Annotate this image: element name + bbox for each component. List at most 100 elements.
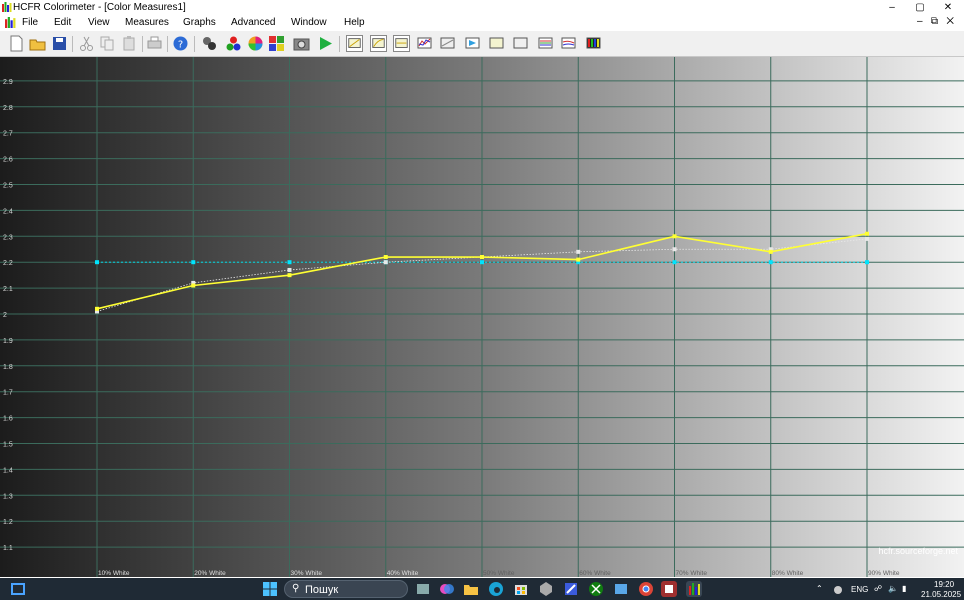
y-tick-label: 2.3 bbox=[3, 234, 13, 241]
y-tick-label: 2.7 bbox=[3, 131, 13, 138]
menu-graphs[interactable]: Graphs bbox=[183, 17, 216, 29]
graph-icon-7[interactable] bbox=[488, 35, 505, 52]
hcfr-taskbar-icon[interactable] bbox=[686, 581, 702, 597]
graph-icon-6[interactable] bbox=[464, 35, 481, 52]
menu-edit[interactable]: Edit bbox=[54, 17, 71, 29]
volume-icon[interactable]: 🔈 bbox=[888, 584, 898, 594]
target-gamma-point bbox=[287, 260, 292, 265]
gamut-icon[interactable] bbox=[268, 35, 285, 52]
y-tick-label: 1.3 bbox=[3, 493, 13, 500]
chrome-icon[interactable] bbox=[638, 581, 654, 597]
window-title: HCFR Colorimeter - [Color Measures1] bbox=[13, 2, 186, 13]
menu-advanced[interactable]: Advanced bbox=[231, 17, 275, 29]
new-file-icon[interactable] bbox=[8, 35, 25, 52]
graph-icon-11[interactable] bbox=[585, 35, 602, 52]
language-indicator[interactable]: ENG bbox=[851, 585, 868, 595]
y-tick-label: 2.1 bbox=[3, 286, 13, 293]
store-icon[interactable] bbox=[513, 581, 529, 597]
reference-gamma-point bbox=[672, 247, 677, 252]
menu-view[interactable]: View bbox=[88, 17, 110, 29]
graph-icon-2[interactable] bbox=[370, 35, 387, 52]
graph-icon-8[interactable] bbox=[512, 35, 529, 52]
search-placeholder: Пошук bbox=[305, 584, 339, 596]
file-explorer-icon[interactable] bbox=[463, 581, 479, 597]
rgb-balls-icon[interactable] bbox=[225, 35, 242, 52]
mdi-controls: – ⧉ ✕ bbox=[917, 16, 954, 27]
y-tick-label: 1.8 bbox=[3, 364, 13, 371]
maximize-button[interactable]: ▢ bbox=[906, 0, 934, 15]
measured-gamma-point bbox=[95, 306, 99, 311]
task-view-icon[interactable] bbox=[10, 581, 26, 597]
mdi-restore-button[interactable]: ⧉ bbox=[931, 16, 938, 27]
taskbar-search[interactable]: ⚲ Пошук bbox=[284, 580, 408, 598]
toolbar-separator bbox=[142, 36, 143, 52]
graph-icon-5[interactable] bbox=[439, 35, 456, 52]
y-tick-label: 1.9 bbox=[3, 338, 13, 345]
target-gamma-point bbox=[480, 260, 484, 265]
copilot-icon[interactable] bbox=[439, 581, 455, 597]
y-tick-label: 1.7 bbox=[3, 390, 13, 397]
app-cube-icon[interactable] bbox=[538, 581, 554, 597]
cut-icon[interactable] bbox=[78, 35, 95, 52]
menu-help[interactable]: Help bbox=[344, 17, 365, 29]
mdi-document-icon[interactable] bbox=[5, 17, 16, 28]
camera-icon[interactable] bbox=[293, 35, 310, 52]
toolbar-separator bbox=[72, 36, 73, 52]
xbox-icon[interactable] bbox=[588, 581, 604, 597]
app-blue-icon[interactable] bbox=[563, 581, 579, 597]
app-mail-icon[interactable] bbox=[613, 581, 629, 597]
mdi-close-button[interactable]: ✕ bbox=[946, 16, 954, 27]
target-gamma-point bbox=[191, 260, 196, 265]
help-icon[interactable]: ? bbox=[172, 35, 189, 52]
edge-browser-icon[interactable] bbox=[488, 581, 504, 597]
graph-icon-3[interactable] bbox=[393, 35, 410, 52]
menu-file[interactable]: File bbox=[22, 17, 38, 29]
print-icon[interactable] bbox=[146, 35, 163, 52]
reference-gamma-point bbox=[287, 267, 292, 272]
graph-icon-1[interactable] bbox=[346, 35, 363, 52]
mdi-minimize-button[interactable]: – bbox=[917, 16, 923, 27]
y-tick-label: 2.6 bbox=[3, 157, 13, 164]
battery-icon[interactable]: ▮ bbox=[902, 584, 906, 594]
y-tick-label: 1.4 bbox=[3, 467, 13, 474]
widgets-icon[interactable] bbox=[415, 581, 431, 597]
color-wheel-icon[interactable] bbox=[247, 35, 264, 52]
weather-icon[interactable] bbox=[830, 581, 846, 597]
measured-gamma-point bbox=[672, 234, 677, 239]
x-tick-label: 20% White bbox=[194, 570, 226, 577]
toolbar-separator bbox=[167, 36, 168, 52]
app-icon bbox=[2, 2, 12, 12]
app-red-icon[interactable] bbox=[661, 581, 677, 597]
minimize-button[interactable]: – bbox=[878, 0, 906, 15]
graph-icon-10[interactable] bbox=[560, 35, 577, 52]
windows-start-icon[interactable] bbox=[262, 581, 278, 597]
target-gamma-point bbox=[95, 260, 99, 265]
target-gamma-point bbox=[672, 260, 677, 265]
copy-icon[interactable] bbox=[99, 35, 116, 52]
svg-text:?: ? bbox=[178, 40, 183, 51]
reference-gamma-point bbox=[383, 260, 388, 265]
gamma-graph: 2.9 2.8 2.7 2.6 2.5 2.4 2.3 2.2 2.1 2 1.9 1.8 1.7 1.6… bbox=[0, 57, 964, 577]
tray-overflow-icon[interactable]: ⌃ bbox=[816, 584, 823, 594]
graph-icon-9[interactable] bbox=[537, 35, 554, 52]
sensor-icon[interactable] bbox=[201, 35, 218, 52]
y-tick-label: 1.1 bbox=[3, 545, 13, 552]
graph-icon-4[interactable] bbox=[416, 35, 433, 52]
clock-time[interactable]: 19:20 bbox=[934, 580, 954, 590]
measured-gamma-point bbox=[865, 231, 869, 236]
network-icon[interactable]: ☍ bbox=[874, 584, 882, 594]
y-tick-label: 2 bbox=[3, 312, 7, 319]
paste-icon[interactable] bbox=[121, 35, 138, 52]
clock-date[interactable]: 21.05.2025 bbox=[921, 590, 961, 600]
close-button[interactable]: ✕ bbox=[934, 0, 962, 15]
menu-measures[interactable]: Measures bbox=[125, 17, 169, 29]
menu-window[interactable]: Window bbox=[291, 17, 327, 29]
open-folder-icon[interactable] bbox=[29, 35, 46, 52]
x-tick-label: 40% White bbox=[387, 570, 419, 577]
save-icon[interactable] bbox=[51, 35, 68, 52]
measured-gamma-point bbox=[480, 255, 484, 260]
x-tick-label: 70% White bbox=[676, 570, 708, 577]
play-icon[interactable] bbox=[317, 35, 334, 52]
measured-gamma-point bbox=[191, 283, 196, 288]
y-tick-label: 2.2 bbox=[3, 260, 13, 267]
